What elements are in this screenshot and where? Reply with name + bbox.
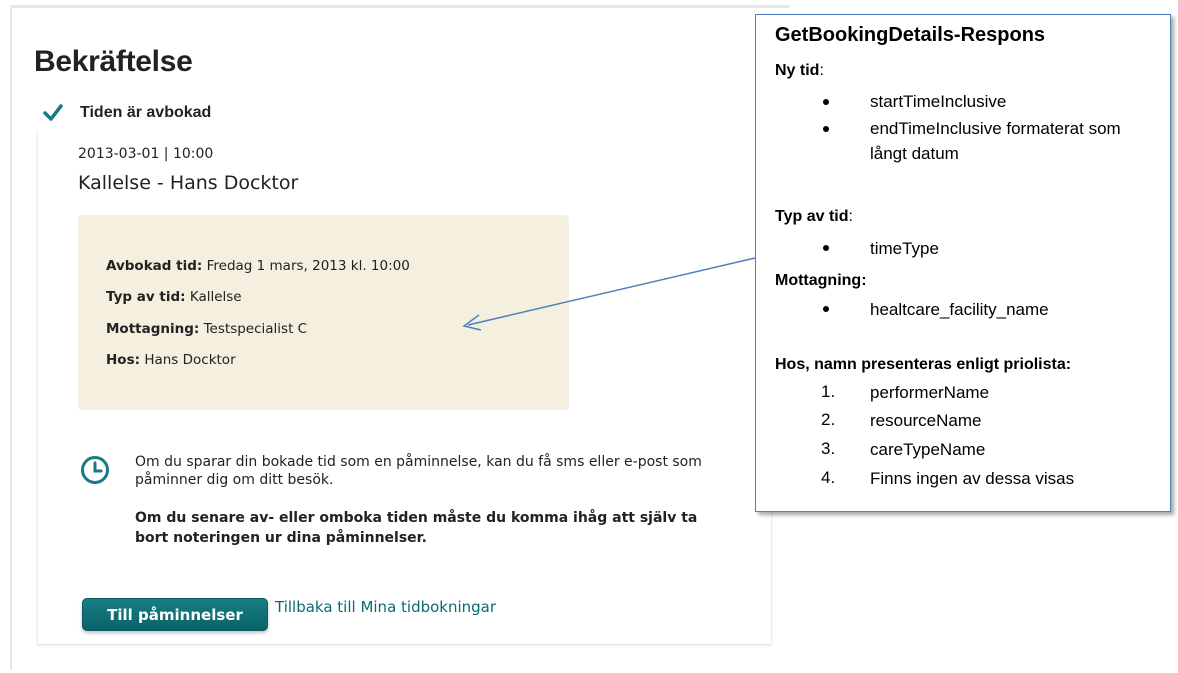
detail-label: Mottagning: — [106, 321, 200, 337]
callout-heading-text: Ny tid — [775, 62, 820, 79]
detail-value: Kallelse — [189, 289, 242, 305]
callout-item: timeType — [870, 239, 939, 258]
page-frame-top — [10, 5, 790, 8]
bullet-icon — [823, 126, 829, 132]
back-to-bookings-link[interactable]: Tillbaka till Mina tidbokningar — [275, 598, 496, 616]
bullet-icon — [823, 245, 829, 251]
status-row: Tiden är avbokad — [42, 102, 211, 124]
callout-heading-text: Typ av tid — [775, 208, 849, 225]
callout-item: performerName — [870, 383, 990, 402]
check-icon — [43, 104, 63, 121]
booking-datetime: 2013-03-01 | 10:00 — [78, 146, 214, 162]
detail-cancelled-time: Avbokad tid: Fredag 1 mars, 2013 kl. 10:… — [106, 258, 410, 274]
list-number: 4. — [821, 468, 836, 487]
callout-section-heading: Ny tid: — [775, 62, 824, 80]
page-title: Bekräftelse — [34, 45, 193, 78]
bullet-icon — [823, 306, 829, 312]
callout-item: endTimeInclusive formaterat som långt da… — [870, 119, 1121, 163]
api-response-callout: GetBookingDetails-Respons Ny tid: startT… — [755, 14, 1171, 512]
callout-section-heading: Mottagning: — [775, 272, 867, 290]
callout-section-heading: Hos, namn presenteras enligt priolista: — [775, 356, 1071, 374]
booking-details-box — [78, 215, 569, 410]
detail-label: Hos: — [106, 352, 141, 368]
callout-item: careTypeName — [870, 440, 986, 459]
list-number: 3. — [821, 439, 836, 458]
reminder-info-text: Om du sparar din bokade tid som en påmin… — [135, 454, 702, 488]
page-frame-left — [10, 5, 12, 670]
callout-heading-suffix: : — [848, 208, 853, 225]
list-number: 1. — [821, 382, 836, 401]
callout-section-heading: Typ av tid: — [775, 208, 853, 226]
callout-heading-text: Mottagning: — [775, 272, 867, 289]
detail-practitioner: Hos: Hans Docktor — [106, 352, 236, 368]
callout-item: Finns ingen av dessa visas — [870, 469, 1075, 488]
callout-title: GetBookingDetails-Respons — [775, 24, 1046, 46]
callout-item: resourceName — [870, 411, 982, 430]
reminder-warning-text: Om du senare av- eller omboka tiden måst… — [135, 510, 698, 546]
detail-label: Typ av tid: — [106, 289, 186, 305]
list-number: 2. — [821, 410, 836, 429]
to-reminders-button[interactable]: Till påminnelser — [82, 598, 268, 631]
status-text: Tiden är avbokad — [80, 104, 212, 121]
detail-label: Avbokad tid: — [106, 258, 203, 274]
detail-value: Testspecialist C — [203, 321, 308, 337]
callout-heading-suffix: : — [819, 62, 824, 79]
detail-clinic: Mottagning: Testspecialist C — [106, 321, 307, 337]
bullet-icon — [823, 99, 829, 105]
booking-title: Kallelse - Hans Docktor — [78, 172, 299, 194]
detail-value: Hans Docktor — [144, 352, 236, 368]
callout-heading-text: Hos, namn presenteras enligt priolista: — [775, 356, 1072, 373]
callout-item: healtcare_facility_name — [870, 300, 1049, 319]
clock-icon — [81, 456, 109, 484]
callout-item: startTimeInclusive — [870, 92, 1007, 111]
detail-time-type: Typ av tid: Kallelse — [106, 289, 242, 305]
detail-value: Fredag 1 mars, 2013 kl. 10:00 — [206, 258, 410, 274]
